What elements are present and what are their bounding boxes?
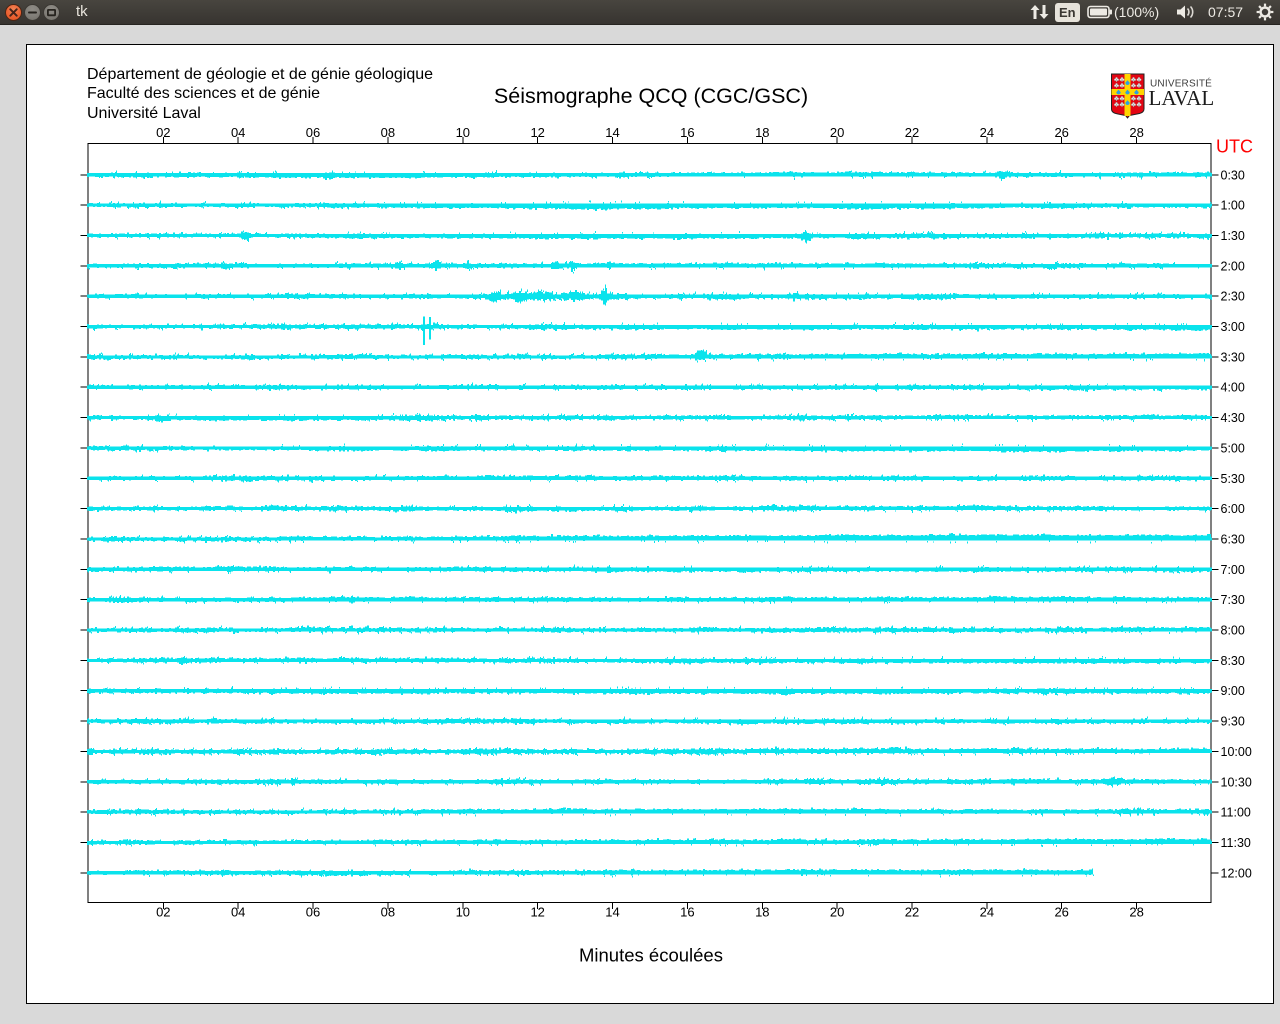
svg-text:UTC: UTC [1216, 137, 1253, 157]
svg-text:1:00: 1:00 [1221, 199, 1245, 213]
svg-text:5:30: 5:30 [1221, 472, 1245, 486]
svg-text:08: 08 [381, 905, 395, 920]
svg-text:9:30: 9:30 [1221, 715, 1245, 729]
svg-text:11:30: 11:30 [1221, 836, 1251, 850]
svg-text:7:30: 7:30 [1221, 593, 1245, 607]
svg-text:06: 06 [306, 125, 320, 140]
svg-text:22: 22 [905, 125, 919, 140]
svg-text:Minutes écoulées: Minutes écoulées [579, 945, 723, 966]
svg-text:28: 28 [1129, 125, 1143, 140]
svg-text:20: 20 [830, 905, 844, 920]
svg-text:2:30: 2:30 [1221, 290, 1245, 304]
svg-text:5:00: 5:00 [1221, 441, 1245, 455]
svg-text:6:00: 6:00 [1221, 502, 1245, 516]
svg-text:7:00: 7:00 [1221, 563, 1245, 577]
svg-text:12: 12 [530, 905, 544, 920]
svg-text:24: 24 [980, 905, 994, 920]
svg-text:22: 22 [905, 905, 919, 920]
svg-text:4:30: 4:30 [1221, 411, 1245, 425]
svg-text:3:00: 3:00 [1221, 320, 1245, 334]
svg-text:0:30: 0:30 [1221, 168, 1245, 182]
svg-text:20: 20 [830, 125, 844, 140]
svg-text:06: 06 [306, 905, 320, 920]
svg-text:04: 04 [231, 905, 245, 920]
svg-text:12: 12 [530, 125, 544, 140]
svg-text:4:00: 4:00 [1221, 381, 1245, 395]
svg-text:16: 16 [680, 905, 694, 920]
svg-text:9:00: 9:00 [1221, 684, 1245, 698]
svg-text:26: 26 [1054, 125, 1068, 140]
svg-text:10:30: 10:30 [1221, 775, 1252, 789]
svg-text:10: 10 [456, 905, 470, 920]
svg-text:02: 02 [156, 125, 170, 140]
svg-text:28: 28 [1129, 905, 1143, 920]
svg-text:14: 14 [605, 125, 619, 140]
svg-text:02: 02 [156, 905, 170, 920]
svg-text:10: 10 [456, 125, 470, 140]
svg-text:10:00: 10:00 [1221, 745, 1252, 759]
svg-text:26: 26 [1054, 905, 1068, 920]
svg-text:3:30: 3:30 [1221, 350, 1245, 364]
svg-text:8:00: 8:00 [1221, 624, 1245, 638]
svg-text:12:00: 12:00 [1221, 866, 1252, 880]
svg-text:8:30: 8:30 [1221, 654, 1245, 668]
svg-text:11:00: 11:00 [1221, 806, 1251, 820]
svg-text:18: 18 [755, 905, 769, 920]
svg-text:24: 24 [980, 125, 994, 140]
svg-text:2:00: 2:00 [1221, 259, 1245, 273]
svg-text:18: 18 [755, 125, 769, 140]
svg-text:1:30: 1:30 [1221, 229, 1245, 243]
svg-text:14: 14 [605, 905, 619, 920]
svg-text:04: 04 [231, 125, 245, 140]
svg-text:08: 08 [381, 125, 395, 140]
svg-text:16: 16 [680, 125, 694, 140]
svg-text:6:30: 6:30 [1221, 533, 1245, 547]
